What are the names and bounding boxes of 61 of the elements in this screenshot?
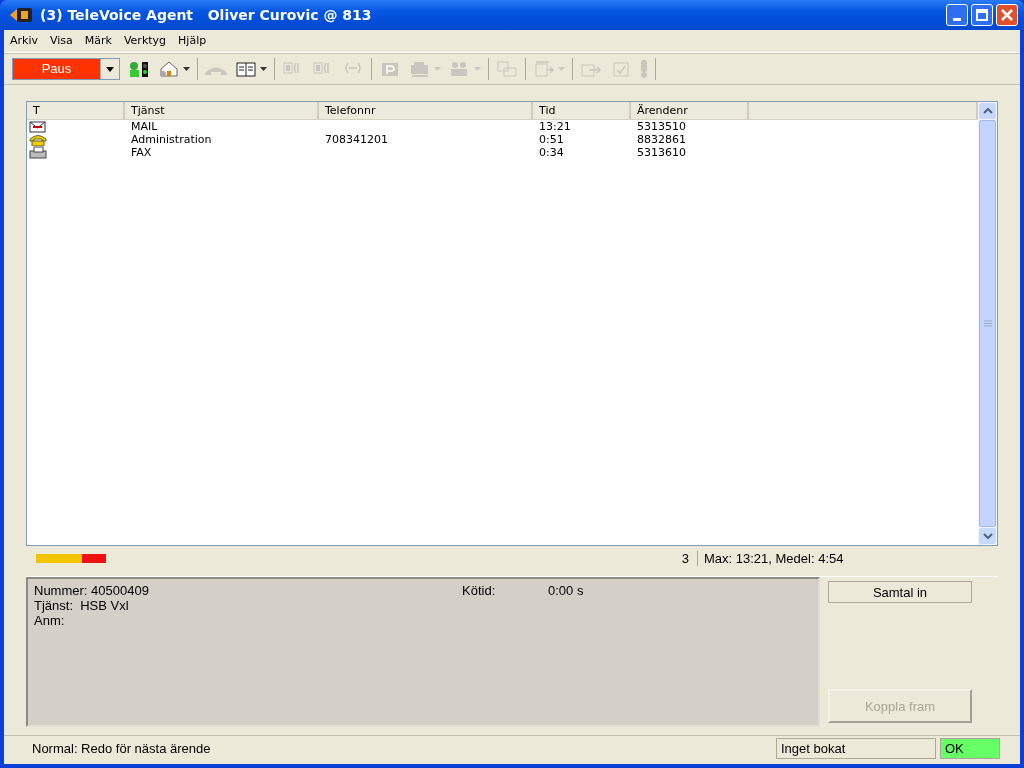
checklist-icon xyxy=(610,60,632,78)
person-traffic-light-icon xyxy=(128,60,150,78)
table-cell-text: 13:21 xyxy=(538,120,572,133)
maximize-icon xyxy=(976,9,988,21)
status-message: Normal: Redo för nästa ärende xyxy=(31,740,212,756)
vertical-scrollbar[interactable] xyxy=(978,102,997,545)
table-cell-text: 5313610 xyxy=(636,146,687,159)
column-header[interactable]: Ärendenr xyxy=(631,102,749,119)
machine-icon xyxy=(409,60,431,78)
table-cell-text: 0:51 xyxy=(538,133,565,146)
book-icon xyxy=(235,60,257,78)
grip-icon xyxy=(983,320,992,327)
table-cell-text: 8832861 xyxy=(636,133,687,146)
minimize-button[interactable] xyxy=(946,4,968,26)
menu-item[interactable]: Hjälp xyxy=(178,34,207,48)
caret-icon xyxy=(434,67,441,71)
table-cell-text: 0:34 xyxy=(538,146,565,159)
park-icon xyxy=(379,60,401,78)
menu-item[interactable]: Arkiv xyxy=(10,34,38,48)
service-text: Tjänst: HSB Vxl xyxy=(34,598,129,613)
note-label: Anm: xyxy=(34,613,65,628)
close-icon xyxy=(1001,9,1013,21)
call-count: 3 xyxy=(681,550,698,566)
action-button[interactable]: Samtal in xyxy=(828,581,972,603)
status-dropdown[interactable]: Paus xyxy=(12,58,120,80)
maximize-button[interactable] xyxy=(971,4,993,26)
queue-time-value: 0:00 s xyxy=(548,583,584,598)
close-button[interactable] xyxy=(996,4,1018,26)
queue-indicator-icon xyxy=(36,553,106,563)
table-cell-text: Administration xyxy=(130,133,213,146)
menu-item[interactable]: Verktyg xyxy=(123,34,167,48)
table-cell-text: MAIL xyxy=(130,120,159,133)
table-cell-text: 5313510 xyxy=(636,120,687,133)
window-title: (3) TeleVoice Agent Oliver Curovic @ 813 xyxy=(40,7,373,23)
minimize-icon xyxy=(953,17,961,21)
table-cell: 708341201 xyxy=(325,133,388,146)
menu-item[interactable]: Visa xyxy=(50,34,73,48)
connection-status: OK xyxy=(940,737,1000,759)
caret-icon xyxy=(260,67,267,71)
caret-icon xyxy=(183,67,190,71)
menu-item[interactable]: Märk xyxy=(84,34,112,48)
telephone-icon xyxy=(29,133,47,146)
house-icon xyxy=(158,60,180,78)
column-header[interactable]: Telefonnr xyxy=(319,102,533,119)
booking-status: Inget bokat xyxy=(776,737,936,759)
time-stats: Max: 13:21, Medel: 4:54 xyxy=(703,550,845,566)
exclamation-icon xyxy=(640,60,648,78)
forward-icon xyxy=(533,60,555,78)
column-header[interactable]: Tid xyxy=(533,102,631,119)
caret-icon xyxy=(558,67,565,71)
fax-machine-icon xyxy=(29,146,47,159)
app-icon xyxy=(10,6,34,24)
number-text: Nummer: 40500409 xyxy=(34,583,150,598)
caret-icon xyxy=(106,66,114,72)
copy-icon xyxy=(496,60,518,78)
caret-icon xyxy=(474,67,481,71)
envelope-icon xyxy=(29,120,47,133)
queue-time-label: Kötid: xyxy=(462,583,497,598)
column-header[interactable]: T xyxy=(27,102,125,119)
column-header[interactable]: Tjänst xyxy=(125,102,319,119)
table-cell-text: FAX xyxy=(130,146,153,159)
